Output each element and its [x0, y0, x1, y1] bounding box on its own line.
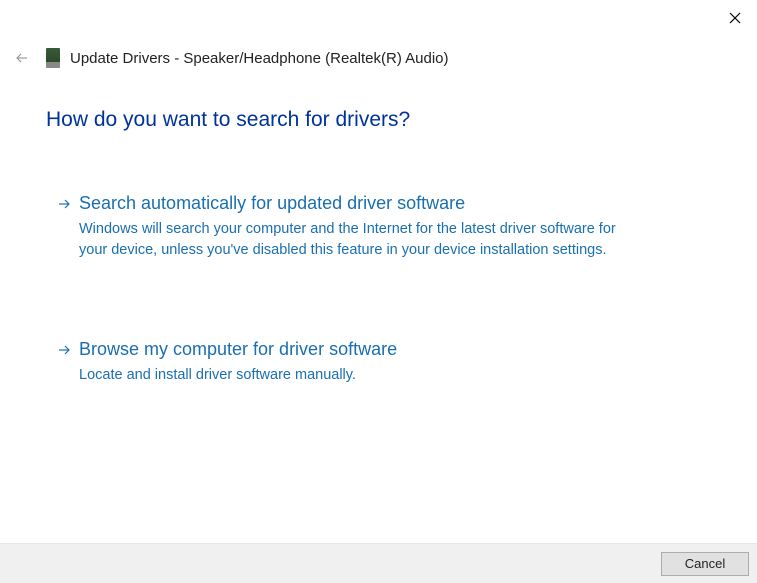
cancel-button[interactable]: Cancel: [661, 552, 749, 576]
option-title: Browse my computer for driver software: [79, 338, 686, 361]
close-button[interactable]: [725, 10, 745, 30]
device-icon: [46, 48, 60, 68]
dialog-header: Update Drivers - Speaker/Headphone (Real…: [46, 48, 449, 68]
option-browse-computer[interactable]: Browse my computer for driver software L…: [46, 331, 697, 399]
option-search-automatically[interactable]: Search automatically for updated driver …: [46, 185, 697, 273]
option-description: Windows will search your computer and th…: [79, 219, 639, 260]
option-title: Search automatically for updated driver …: [79, 192, 686, 215]
back-button: [12, 50, 32, 70]
arrow-left-icon: [15, 51, 29, 70]
close-icon: [729, 11, 741, 29]
dialog-footer: Cancel: [0, 543, 757, 583]
dialog-title: Update Drivers - Speaker/Headphone (Real…: [70, 50, 449, 67]
option-description: Locate and install driver software manua…: [79, 365, 639, 385]
options-list: Search automatically for updated driver …: [46, 185, 697, 457]
arrow-right-icon: [57, 343, 71, 362]
page-question: How do you want to search for drivers?: [46, 108, 410, 132]
arrow-right-icon: [57, 197, 71, 216]
